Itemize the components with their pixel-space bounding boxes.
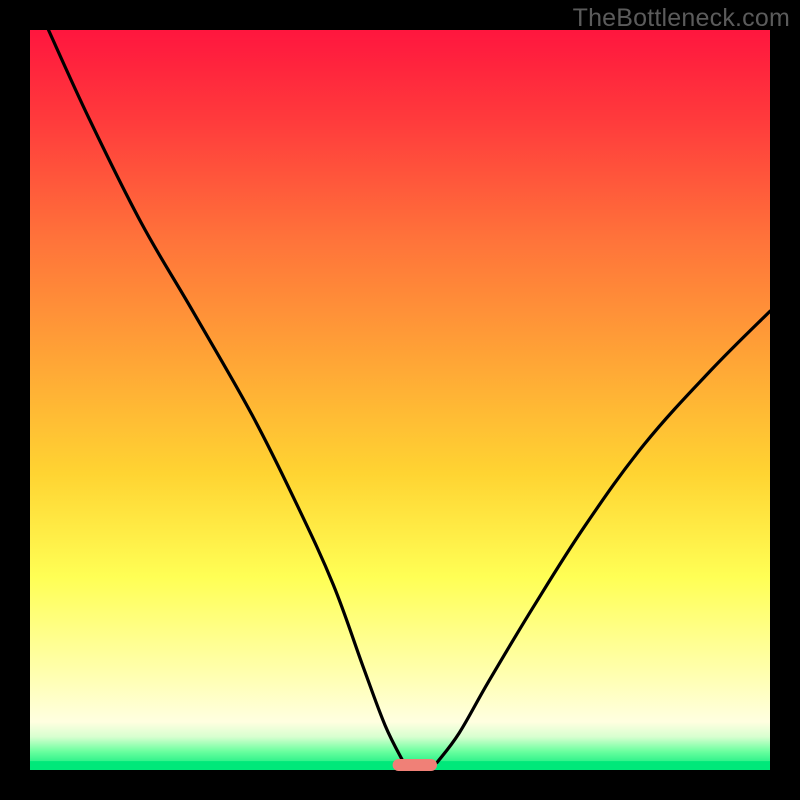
plot-background [30, 30, 770, 770]
sweet-spot-marker [393, 759, 437, 771]
chart-frame: TheBottleneck.com [0, 0, 800, 800]
watermark-text: TheBottleneck.com [573, 4, 790, 33]
bottleneck-chart [0, 0, 800, 800]
